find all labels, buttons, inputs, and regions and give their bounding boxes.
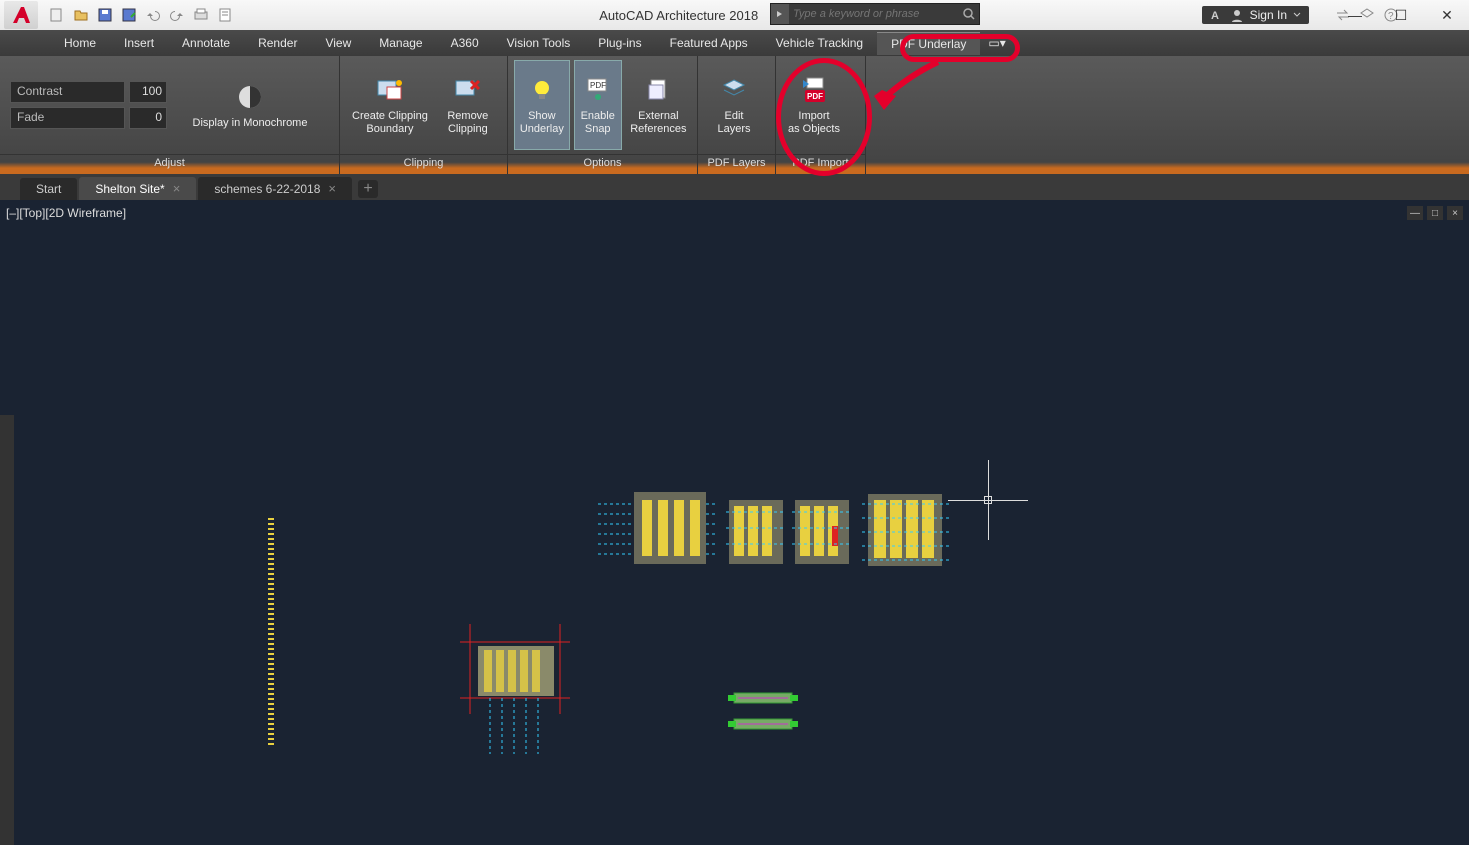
enable-snap-button[interactable]: PDF Enable Snap xyxy=(574,60,622,150)
layers-icon xyxy=(718,74,750,106)
drawing-object xyxy=(728,690,798,708)
annotation-arrow-icon xyxy=(868,56,948,116)
tab-vehicle-tracking[interactable]: Vehicle Tracking xyxy=(762,32,877,54)
pdf-snap-icon: PDF xyxy=(582,74,614,106)
sign-in-label[interactable]: Sign In xyxy=(1250,8,1287,22)
ext-refs-label: External References xyxy=(630,110,686,136)
close-icon[interactable]: × xyxy=(173,181,181,196)
create-clip-label: Create Clipping Boundary xyxy=(352,110,428,136)
app-logo[interactable] xyxy=(4,1,38,29)
minimize-button[interactable]: — xyxy=(1341,5,1369,25)
autocad-logo-icon xyxy=(10,4,32,26)
maximize-button[interactable]: ☐ xyxy=(1387,5,1415,25)
show-underlay-label: Show Underlay xyxy=(520,110,564,136)
file-tab-start[interactable]: Start xyxy=(20,178,77,200)
file-tabs: Start Shelton Site*× schemes 6-22-2018× … xyxy=(0,174,1469,200)
title-bar: AutoCAD Architecture 2018 Shelton Site.d… xyxy=(0,0,1469,30)
panel-title-pdflayers: PDF Layers xyxy=(698,154,775,174)
search-input[interactable] xyxy=(789,8,959,20)
remove-clip-icon xyxy=(452,74,484,106)
monochrome-icon xyxy=(234,81,266,113)
properties-icon[interactable] xyxy=(214,4,236,26)
contrast-value[interactable]: 100 xyxy=(129,81,167,103)
close-button[interactable]: ✕ xyxy=(1433,5,1461,25)
drawing-object xyxy=(792,496,852,568)
app-title: AutoCAD Architecture 2018 xyxy=(599,8,758,23)
tab-render[interactable]: Render xyxy=(244,32,311,54)
tab-a360[interactable]: A360 xyxy=(437,32,493,54)
viewport-controls: — □ × xyxy=(1407,206,1463,220)
account-area[interactable]: A Sign In xyxy=(1202,6,1309,24)
panel-clipping: Create Clipping Boundary Remove Clipping… xyxy=(340,56,508,174)
tab-vision-tools[interactable]: Vision Tools xyxy=(493,32,585,54)
quick-access-toolbar xyxy=(42,4,240,26)
vp-close[interactable]: × xyxy=(1447,206,1463,220)
panel-title-options: Options xyxy=(508,154,697,174)
panel-adjust: Contrast 100 Fade 0 Display in Monochrom… xyxy=(0,56,340,174)
vp-minimize[interactable]: — xyxy=(1407,206,1423,220)
close-icon[interactable]: × xyxy=(328,181,336,196)
new-icon[interactable] xyxy=(46,4,68,26)
user-icon xyxy=(1230,8,1244,22)
display-monochrome-button[interactable]: Display in Monochrome xyxy=(175,60,325,150)
drawing-object xyxy=(862,490,952,572)
redo-icon[interactable] xyxy=(166,4,188,26)
drawing-object xyxy=(268,518,272,758)
panel-title-clipping: Clipping xyxy=(340,154,507,174)
create-clip-icon xyxy=(374,74,406,106)
remove-clipping-button[interactable]: Remove Clipping xyxy=(438,60,498,150)
panel-options: Show Underlay PDF Enable Snap External R… xyxy=(508,56,698,174)
tab-view[interactable]: View xyxy=(311,32,365,54)
mono-label: Display in Monochrome xyxy=(193,117,308,130)
search-arrow-icon[interactable] xyxy=(771,4,789,24)
drawing-object xyxy=(460,624,570,754)
tab-home[interactable]: Home xyxy=(50,32,110,54)
show-underlay-button[interactable]: Show Underlay xyxy=(514,60,570,150)
svg-text:A: A xyxy=(1211,10,1219,22)
bulb-on-icon xyxy=(526,74,558,106)
viewport-label[interactable]: [–][Top][2D Wireframe] xyxy=(6,206,126,220)
new-tab-button[interactable]: + xyxy=(358,180,378,198)
annotation-circle xyxy=(776,58,872,176)
fade-label: Fade xyxy=(10,107,125,129)
drawing-object xyxy=(728,716,798,734)
external-refs-button[interactable]: External References xyxy=(626,60,691,150)
tab-insert[interactable]: Insert xyxy=(110,32,168,54)
fade-value[interactable]: 0 xyxy=(129,107,167,129)
window-controls: — ☐ ✕ xyxy=(1341,5,1461,25)
drawing-viewport[interactable]: [–][Top][2D Wireframe] — □ × xyxy=(0,200,1469,754)
saveas-icon[interactable] xyxy=(118,4,140,26)
ribbon-tabs: Home Insert Annotate Render View Manage … xyxy=(0,30,1469,56)
drawing-object xyxy=(726,496,786,568)
drawing-object xyxy=(598,492,718,572)
tab-annotate[interactable]: Annotate xyxy=(168,32,244,54)
svg-text:PDF: PDF xyxy=(590,81,606,90)
search-icon[interactable] xyxy=(959,7,979,21)
ribbon: Contrast 100 Fade 0 Display in Monochrom… xyxy=(0,56,1469,174)
a360-icon: A xyxy=(1210,8,1224,22)
open-icon[interactable] xyxy=(70,4,92,26)
tool-palettes-bar[interactable] xyxy=(0,415,14,845)
create-clipping-button[interactable]: Create Clipping Boundary xyxy=(346,60,434,150)
panel-pdf-layers: Edit Layers PDF Layers xyxy=(698,56,776,174)
contrast-label: Contrast xyxy=(10,81,125,103)
tab-plugins[interactable]: Plug-ins xyxy=(584,32,655,54)
edit-layers-button[interactable]: Edit Layers xyxy=(704,60,764,150)
undo-icon[interactable] xyxy=(142,4,164,26)
file-tab-shelton[interactable]: Shelton Site*× xyxy=(79,177,196,200)
remove-clip-label: Remove Clipping xyxy=(447,110,488,136)
edit-layers-label: Edit Layers xyxy=(717,110,750,136)
plot-icon[interactable] xyxy=(190,4,212,26)
enable-snap-label: Enable Snap xyxy=(581,110,615,136)
tab-featured-apps[interactable]: Featured Apps xyxy=(656,32,762,54)
save-icon[interactable] xyxy=(94,4,116,26)
file-tab-schemes[interactable]: schemes 6-22-2018× xyxy=(198,177,352,200)
search-box[interactable] xyxy=(770,3,980,25)
panel-title-adjust: Adjust xyxy=(0,154,339,174)
tab-manage[interactable]: Manage xyxy=(365,32,436,54)
vp-maximize[interactable]: □ xyxy=(1427,206,1443,220)
chevron-down-icon xyxy=(1293,11,1301,19)
paperclip-icon xyxy=(642,74,674,106)
